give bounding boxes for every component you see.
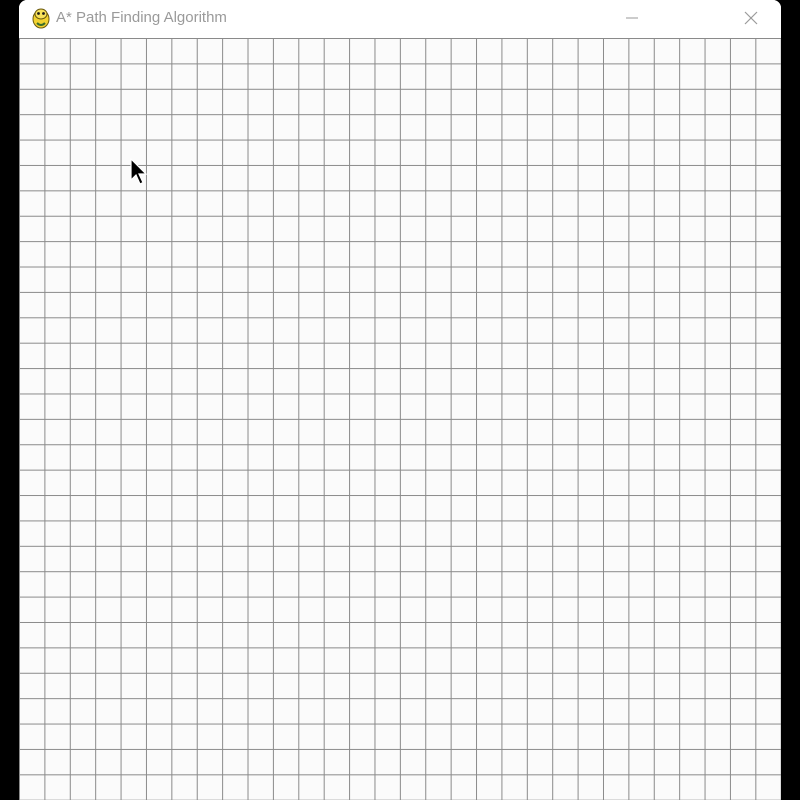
close-button[interactable] xyxy=(728,0,774,36)
pygame-snake-icon xyxy=(32,8,50,29)
window-title: A* Path Finding Algorithm xyxy=(56,9,227,26)
title-bar[interactable]: A* Path Finding Algorithm xyxy=(19,0,781,38)
minimize-button[interactable] xyxy=(609,0,655,36)
minimize-icon xyxy=(626,17,638,19)
path-grid[interactable] xyxy=(19,38,781,800)
app-window: A* Path Finding Algorithm xyxy=(19,0,781,800)
close-icon xyxy=(744,11,758,25)
